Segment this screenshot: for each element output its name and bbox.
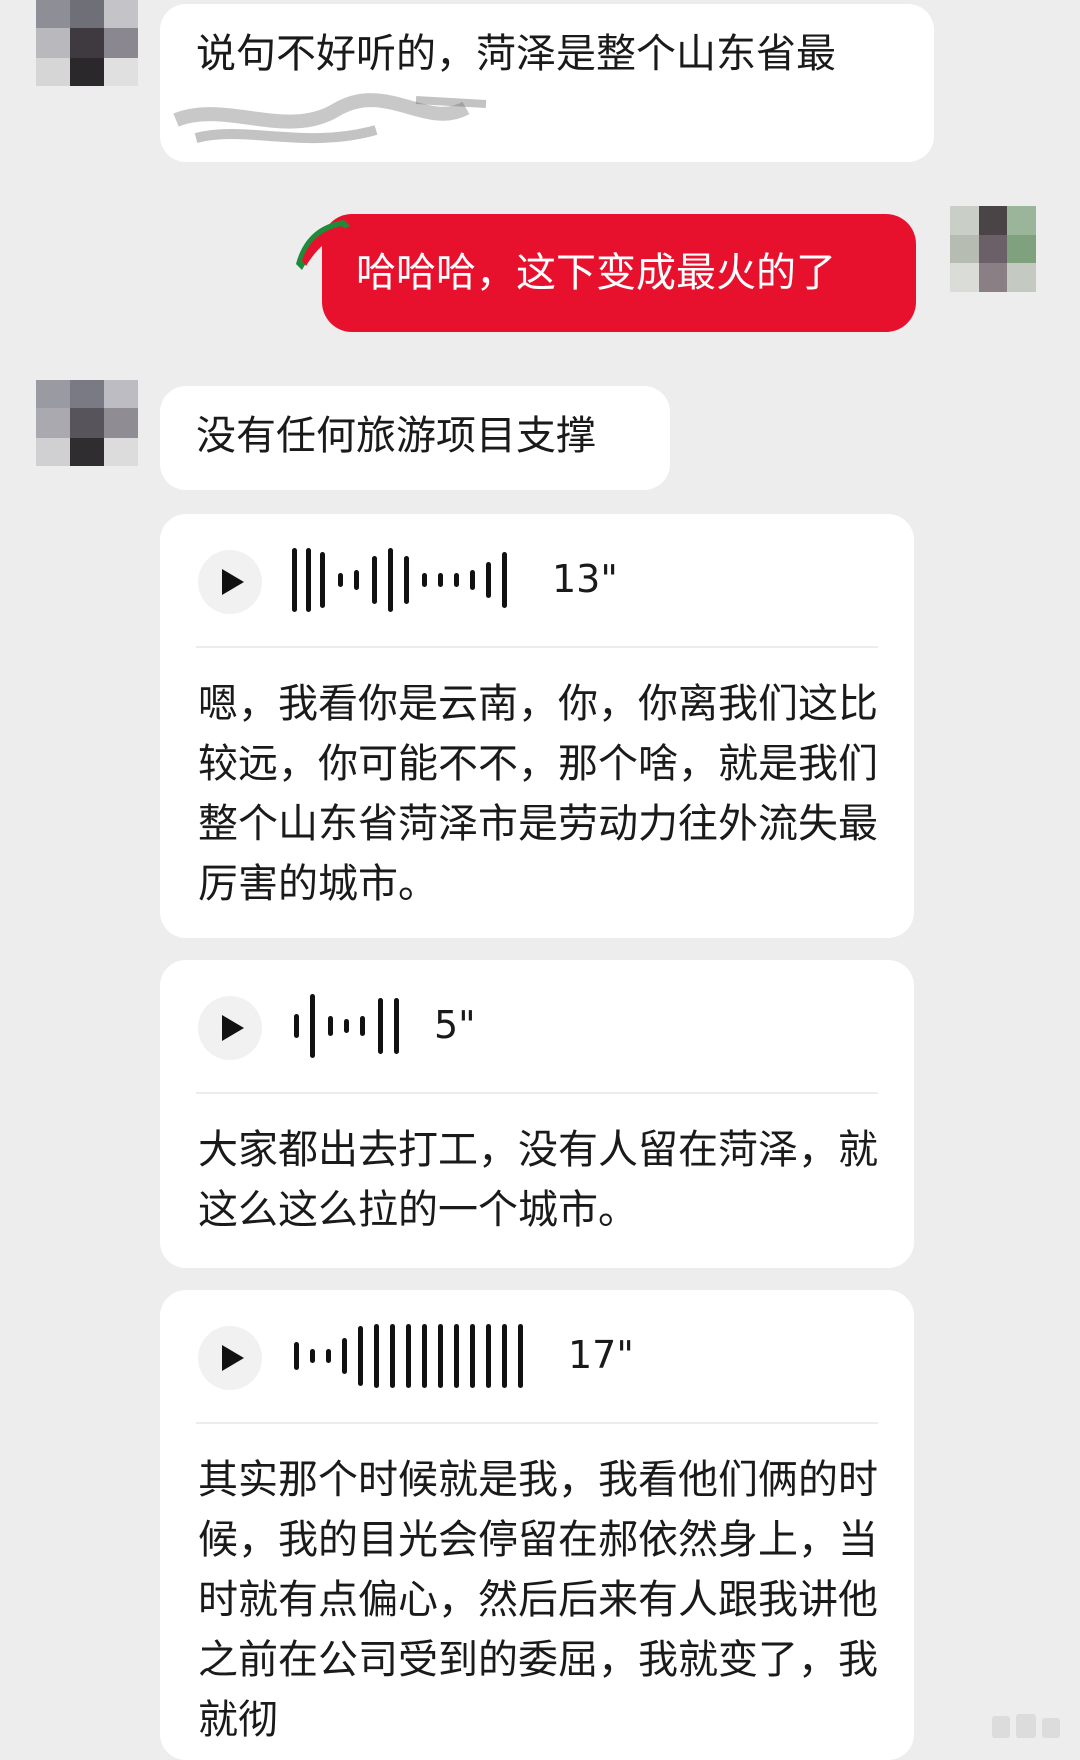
play-icon <box>222 1015 244 1041</box>
contact-avatar[interactable] <box>36 380 138 466</box>
message-text: 说句不好听的，菏泽是整个山东省最 <box>196 31 836 77</box>
play-icon <box>222 1345 244 1371</box>
voice-waveform-icon <box>294 994 404 1058</box>
divider <box>196 646 878 648</box>
contact-avatar[interactable] <box>36 0 138 86</box>
voice-duration: 17" <box>568 1333 634 1377</box>
divider <box>196 1422 878 1424</box>
message-text: 哈哈哈，这下变成最火的了 <box>356 250 836 296</box>
received-message-bubble[interactable]: 没有任何旅游项目支撑 <box>160 386 670 490</box>
redacted-scribble-icon <box>173 93 487 144</box>
voice-player[interactable]: 17" <box>160 1290 914 1422</box>
voice-message-bubble[interactable]: 5" 大家都出去打工，没有人留在菏泽，就这么这么拉的一个城市。 <box>160 960 914 1268</box>
voice-player[interactable]: 13" <box>160 514 914 646</box>
voice-message-bubble[interactable]: 13" 嗯，我看你是云南，你，你离我们这比较远，你可能不不，那个啥，就是我们整个… <box>160 514 914 938</box>
voice-waveform-icon <box>292 548 522 612</box>
message-text: 没有任何旅游项目支撑 <box>196 413 596 459</box>
voice-transcript: 嗯，我看你是云南，你，你离我们这比较远，你可能不不，那个啥，就是我们整个山东省菏… <box>198 681 878 907</box>
received-message-bubble[interactable]: 说句不好听的，菏泽是整个山东省最 <box>160 4 934 162</box>
voice-message-bubble[interactable]: 17" 其实那个时候就是我，我看他们俩的时候，我的目光会停留在郝依然身上，当时就… <box>160 1290 914 1760</box>
voice-transcript: 大家都出去打工，没有人留在菏泽，就这么这么拉的一个城市。 <box>198 1127 878 1233</box>
sent-message-bubble[interactable]: 哈哈哈，这下变成最火的了 <box>322 214 916 332</box>
voice-waveform-icon <box>294 1324 534 1388</box>
divider <box>196 1092 878 1094</box>
watermark-logo-icon <box>992 1714 1060 1738</box>
play-button[interactable] <box>198 996 262 1060</box>
play-icon <box>222 569 244 595</box>
voice-duration: 5" <box>434 1003 476 1047</box>
watermelon-badge-icon <box>296 220 350 270</box>
voice-player[interactable]: 5" <box>160 960 914 1092</box>
voice-transcript: 其实那个时候就是我，我看他们俩的时候，我的目光会停留在郝依然身上，当时就有点偏心… <box>198 1457 878 1743</box>
my-avatar[interactable] <box>950 206 1036 292</box>
voice-duration: 13" <box>552 557 618 601</box>
play-button[interactable] <box>198 1326 262 1390</box>
play-button[interactable] <box>198 550 262 614</box>
